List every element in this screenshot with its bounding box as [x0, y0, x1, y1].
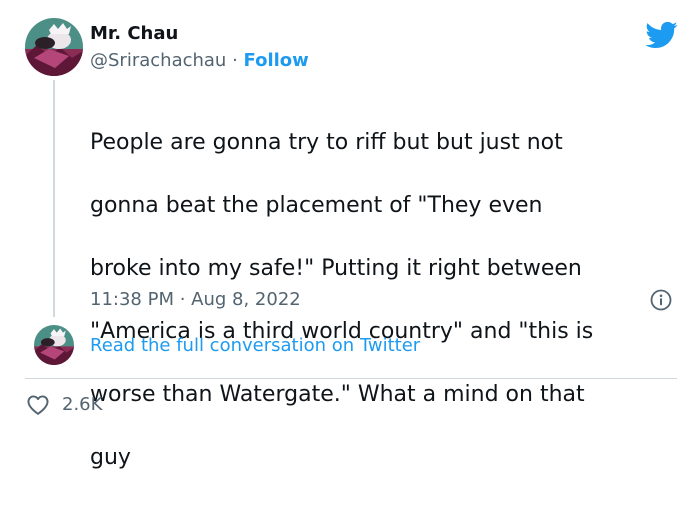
tweet-text-line: gonna beat the placement of "They even [90, 192, 543, 218]
divider [25, 378, 677, 379]
author-name[interactable]: Mr. Chau [90, 22, 178, 46]
like-count: 2.6K [62, 394, 103, 415]
author-meta: @Srirachachau · Follow [90, 49, 309, 73]
reply-avatar[interactable] [34, 325, 74, 365]
twitter-bird-icon[interactable] [644, 18, 678, 52]
author-avatar[interactable] [25, 18, 83, 76]
embedded-tweet-card: Mr. Chau @Srirachachau · Follow People a… [0, 0, 700, 470]
read-conversation-link[interactable]: Read the full conversation on Twitter [90, 334, 420, 358]
like-button[interactable]: 2.6K [25, 392, 102, 418]
timestamp-separator: · [173, 289, 192, 310]
thread-line [53, 80, 55, 317]
meta-separator: · [226, 50, 244, 71]
tweet-date: Aug 8, 2022 [191, 289, 301, 310]
tweet-timestamp[interactable]: 11:38 PM · Aug 8, 2022 [90, 288, 301, 312]
tweet-text-line: People are gonna try to riff but but jus… [90, 129, 563, 155]
info-icon[interactable] [650, 289, 672, 311]
avatar-image [25, 18, 83, 76]
tweet-time: 11:38 PM [90, 289, 174, 310]
avatar-image [34, 325, 74, 365]
tweet-text-line: guy [90, 444, 131, 470]
author-handle[interactable]: @Srirachachau [90, 50, 226, 71]
follow-button[interactable]: Follow [244, 50, 309, 71]
tweet-text-line: broke into my safe!" Putting it right be… [90, 255, 582, 281]
heart-icon [27, 395, 49, 415]
tweet-text-line: worse than Watergate." What a mind on th… [90, 381, 585, 407]
